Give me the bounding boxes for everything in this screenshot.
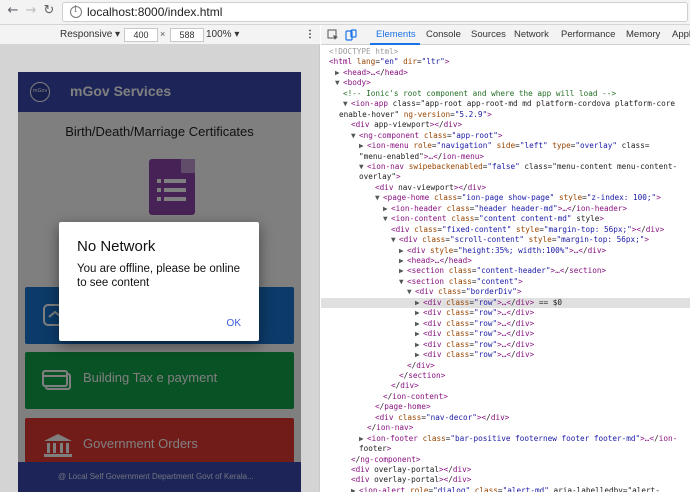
device-width-input[interactable]: 400 [124, 28, 158, 42]
dom-node-line[interactable]: enable-hover" ng-version="5.2.9"> [321, 110, 690, 121]
dialog-ok-button[interactable]: OK [227, 318, 241, 329]
zoom-select-label: 100% [206, 29, 232, 40]
dom-node-line[interactable]: <!DOCTYPE html> [321, 47, 690, 58]
dom-node-line[interactable]: <div class="fixed-content" style="margin… [321, 225, 690, 236]
dom-node-line[interactable]: </div> [321, 381, 690, 392]
zoom-select[interactable]: 100% ▾ [206, 29, 239, 40]
dom-node-line[interactable]: ▶ <div class="row">…</div> [321, 308, 690, 319]
dom-node-line[interactable]: <div class="nav-decor"></div> [321, 413, 690, 424]
reload-icon[interactable]: ↻ [42, 4, 56, 18]
tab-application[interactable]: Appl [672, 29, 690, 40]
device-height-input[interactable]: 588 [170, 28, 204, 42]
dom-node-line[interactable]: </page-home> [321, 402, 690, 413]
tab-elements[interactable]: Elements [376, 29, 416, 40]
dom-node-line[interactable]: </div> [321, 361, 690, 372]
dom-node-line[interactable]: ▶ <div class="row">…</div> [321, 350, 690, 361]
dom-node-line[interactable]: <html lang="en" dir="ltr"> [321, 57, 690, 68]
back-arrow-icon[interactable]: ← [6, 4, 20, 18]
dom-node-line[interactable]: ▶ <div class="row">…</div> [321, 319, 690, 330]
device-toolbar: Responsive ▾ 400 × 588 100% ▾ ⋮ [0, 25, 320, 45]
dom-node-line[interactable]: ▶ <div style="height:35%; width:100%">…</… [321, 246, 690, 257]
forward-arrow-icon[interactable]: → [24, 4, 38, 18]
dialog-message: You are offline, please be online to see… [77, 263, 241, 289]
url-text: localhost:8000/index.html [87, 5, 223, 19]
dom-node-line[interactable]: ▼ <page-home class="ion-page show-page" s… [321, 193, 690, 204]
dom-node-line[interactable]: footer> [321, 444, 690, 455]
url-input[interactable]: localhost:8000/index.html [62, 2, 688, 22]
dom-node-line[interactable]: ▶ <div class="row">…</div> [321, 329, 690, 340]
dom-node-line[interactable]: overlay"> [321, 172, 690, 183]
elements-dom-tree[interactable]: <!DOCTYPE html> <html lang="en" dir="ltr"… [321, 45, 690, 492]
dialog-title: No Network [77, 238, 156, 255]
dom-node-line[interactable]: ▼ <div class="borderDiv"> [321, 287, 690, 298]
browser-address-bar: ← → ↻ localhost:8000/index.html [0, 0, 690, 25]
dom-node-line[interactable]: ▶ <ion-footer class="bar-positive footern… [321, 434, 690, 445]
screen: ← → ↻ localhost:8000/index.html Responsi… [0, 0, 690, 492]
dom-node-line[interactable]: ▶ <head>…</head> [321, 256, 690, 267]
dom-node-line[interactable]: <!-- Ionic's root component and where th… [321, 89, 690, 100]
device-select-label: Responsive [60, 29, 113, 40]
tab-performance[interactable]: Performance [561, 29, 615, 40]
dom-node-line[interactable]: ▶ <div class="row">…</div> [321, 340, 690, 351]
tab-network[interactable]: Network [514, 29, 549, 40]
dom-node-line[interactable]: ▼ <section class="content"> [321, 277, 690, 288]
dom-node-line[interactable]: ▼ <ion-app class="app-root app-root-md md… [321, 99, 690, 110]
devtools-toolbar: Elements Console Sources Network Perform… [321, 25, 690, 45]
dom-node-line[interactable]: "menu-enabled">…</ion-menu> [321, 152, 690, 163]
dom-node-line[interactable]: </section> [321, 371, 690, 382]
device-toggle-icon[interactable] [345, 29, 357, 41]
inspect-element-icon[interactable] [327, 29, 339, 41]
dom-node-line[interactable]: </ion-nav> [321, 423, 690, 434]
dom-node-line[interactable]: ▼ <body> [321, 78, 690, 89]
no-network-dialog: No Network You are offline, please be on… [59, 222, 259, 341]
dom-node-line[interactable]: ▶ <section class="content-header">…</sect… [321, 266, 690, 277]
page-info-icon[interactable] [70, 5, 82, 18]
dom-node-selected[interactable]: ▶ <div class="row">…</div> == $0 [321, 297, 690, 309]
dom-node-line[interactable]: ▶ <ion-alert role="dialog" class="alert-m… [321, 486, 690, 492]
tab-console[interactable]: Console [426, 29, 461, 40]
dimension-separator: × [160, 29, 166, 39]
dom-node-line[interactable]: </ion-content> [321, 392, 690, 403]
dom-node-line[interactable]: <div app-viewport></div> [321, 120, 690, 131]
tab-sources[interactable]: Sources [471, 29, 506, 40]
dom-node-line[interactable]: ▼ <ng-component class="app-root"> [321, 131, 690, 142]
tab-memory[interactable]: Memory [626, 29, 660, 40]
dom-node-line[interactable]: ▶ <ion-header class="header header-md">…<… [321, 204, 690, 215]
more-options-icon[interactable]: ⋮ [305, 29, 315, 40]
device-select[interactable]: Responsive ▾ [60, 29, 120, 40]
dom-node-line[interactable]: ▼ <ion-nav swipebackenabled="false" class… [321, 162, 690, 173]
dom-node-line[interactable]: ▶ <ion-menu role="navigation" side="left"… [321, 141, 690, 152]
dom-node-line[interactable]: ▼ <div class="scroll-content" style="marg… [321, 235, 690, 246]
dom-node-line[interactable]: <div overlay-portal></div> [321, 475, 690, 486]
dom-node-line[interactable]: </ng-component> [321, 455, 690, 466]
dom-node-line[interactable]: <div overlay-portal></div> [321, 465, 690, 476]
dom-node-line[interactable]: ▶ <head>…</head> [321, 68, 690, 79]
dom-node-line[interactable]: ▼ <ion-content class="content content-md"… [321, 214, 690, 225]
dom-node-line[interactable]: <div nav-viewport></div> [321, 183, 690, 194]
